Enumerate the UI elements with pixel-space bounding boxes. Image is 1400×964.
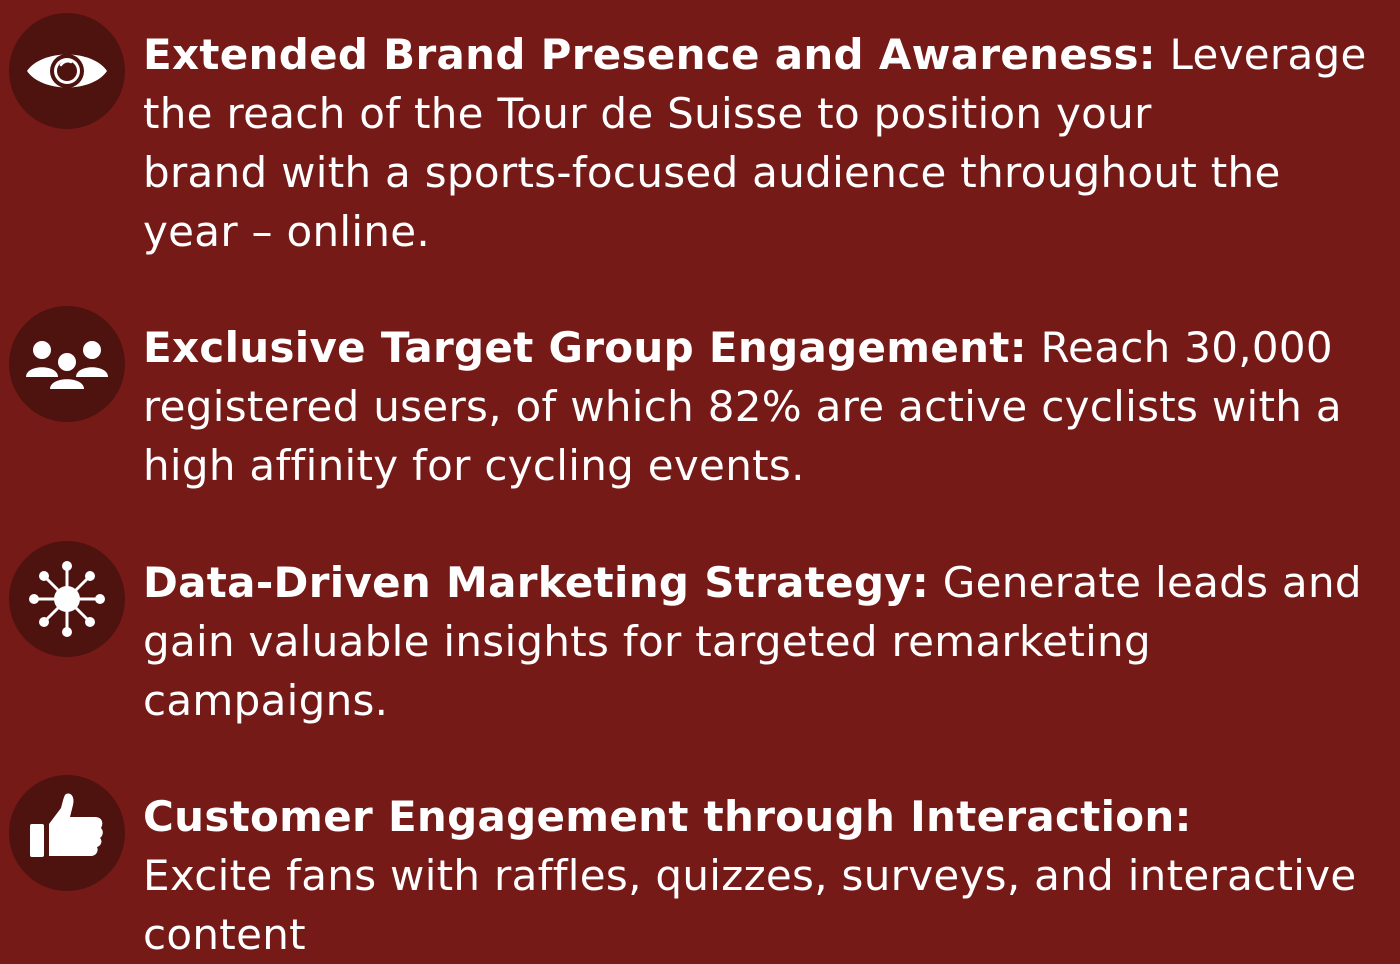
benefit-desc-line: brand with a sports-focused audience thr… bbox=[143, 148, 1281, 197]
benefit-text: Data-Driven Marketing Strategy: Generate… bbox=[143, 553, 1400, 730]
benefit-title: Exclusive Target Group Engagement: bbox=[143, 323, 1027, 372]
benefit-desc-line: the reach of the Tour de Suisse to posit… bbox=[143, 89, 1152, 138]
benefit-title: Customer Engagement through Interaction: bbox=[143, 792, 1192, 841]
benefit-desc-line: Generate leads and bbox=[942, 558, 1362, 607]
thumbs-up-icon bbox=[30, 793, 103, 857]
benefit-title: Extended Brand Presence and Awareness: bbox=[143, 30, 1156, 79]
thumbs-up-icon-badge bbox=[9, 775, 125, 891]
eye-icon-badge bbox=[9, 13, 125, 129]
benefit-text: Customer Engagement through Interaction:… bbox=[143, 787, 1400, 964]
eye-icon bbox=[27, 54, 107, 88]
users-group-icon-badge bbox=[9, 306, 125, 422]
users-group-icon bbox=[26, 341, 108, 391]
benefit-desc-line: Reach 30,000 bbox=[1040, 323, 1333, 372]
benefit-text: Exclusive Target Group Engagement: Reach… bbox=[143, 318, 1400, 495]
network-icon-badge bbox=[9, 541, 125, 657]
benefit-desc-line: year – online. bbox=[143, 207, 431, 256]
benefit-desc-line: high affinity for cycling events. bbox=[143, 441, 805, 490]
benefit-desc-line: gain valuable insights for targeted rema… bbox=[143, 617, 1151, 666]
benefit-text: Extended Brand Presence and Awareness: L… bbox=[143, 25, 1400, 261]
network-icon bbox=[29, 561, 105, 637]
benefit-desc-line: Leverage bbox=[1169, 30, 1367, 79]
benefit-desc-line: Excite fans with raffles, quizzes, surve… bbox=[143, 851, 1357, 900]
benefit-desc-line: registered users, of which 82% are activ… bbox=[143, 382, 1342, 431]
benefit-desc-line: campaigns. bbox=[143, 676, 389, 725]
benefit-title: Data-Driven Marketing Strategy: bbox=[143, 558, 930, 607]
